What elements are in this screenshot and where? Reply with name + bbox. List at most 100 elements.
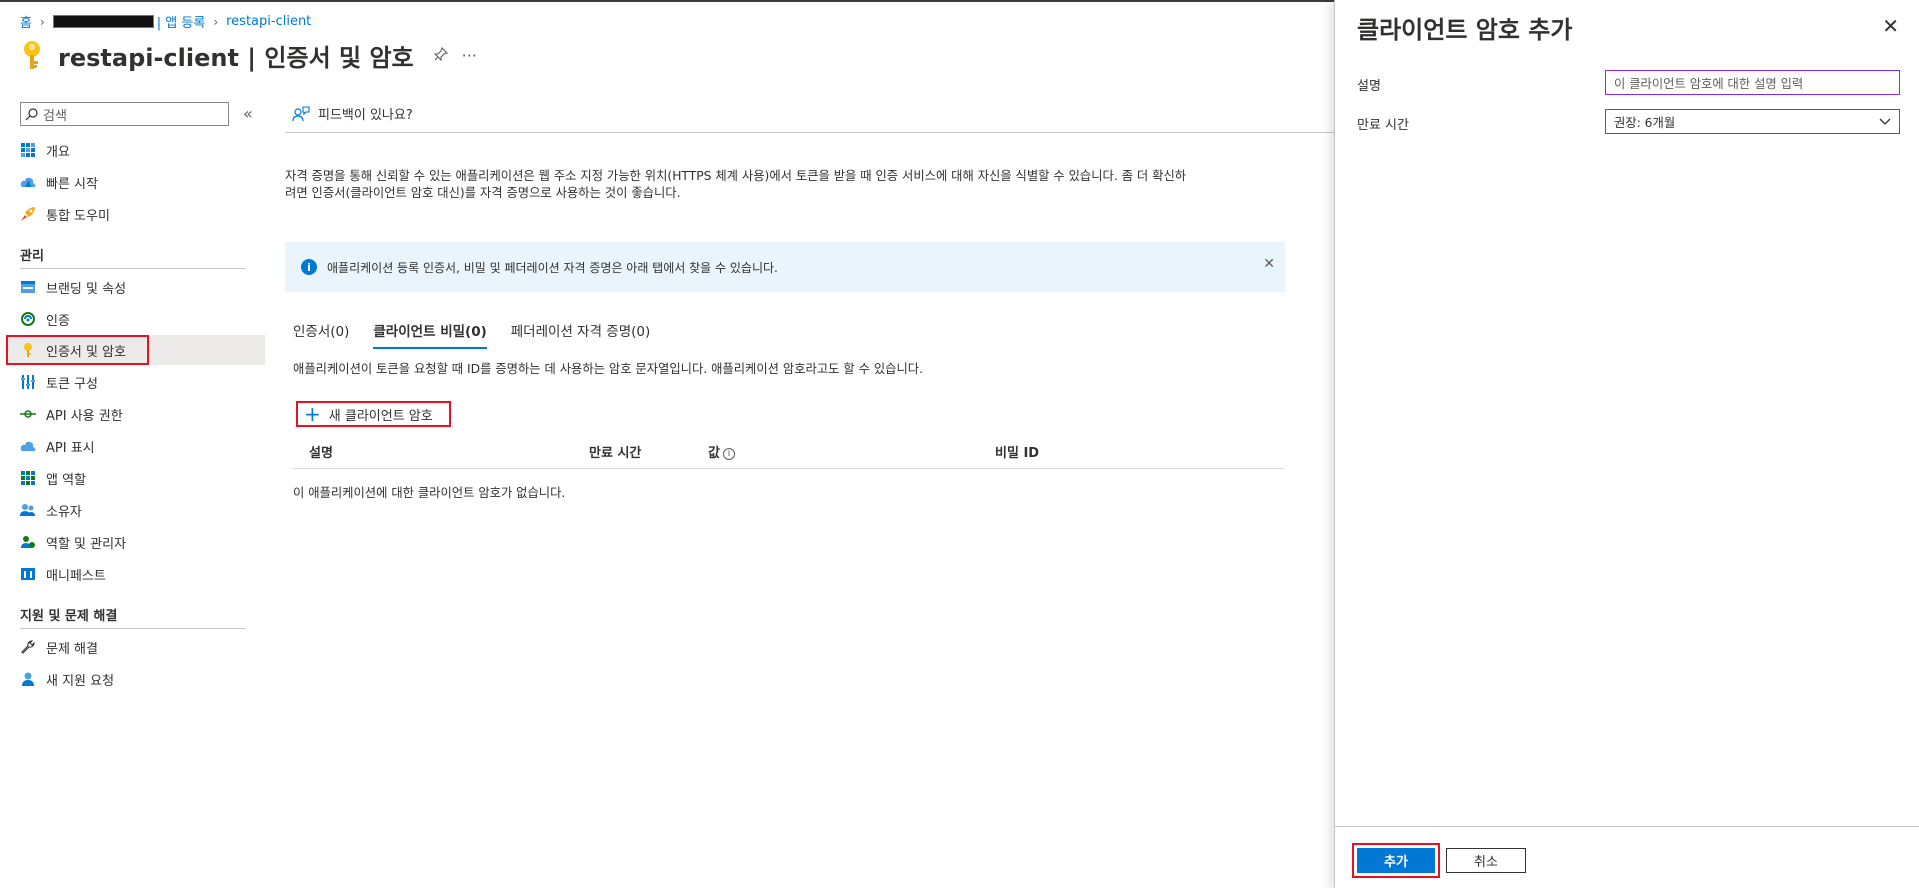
close-icon[interactable]: ✕ [1263,256,1275,272]
breadcrumb-home-link[interactable]: 홈 [20,12,32,31]
sidebar-item-label: 앱 역할 [46,472,87,488]
page-title: restapi-client | 인증서 및 암호 [58,44,414,72]
new-client-secret-button[interactable]: + 새 클라이언트 암호 [296,401,451,427]
credential-tabs: 인증서(0) 클라이언트 비밀(0) 페더레이션 자격 증명(0) [293,320,674,349]
column-header-value-label: 값 [708,446,720,461]
sidebar-item-label: 역할 및 관리자 [46,536,127,552]
close-icon[interactable]: ✕ [1882,14,1899,38]
feedback-link[interactable]: 피드백이 있나요? [292,104,413,123]
wrench-icon [20,639,36,655]
sidebar-item-app-roles[interactable]: 앱 역할 [6,463,265,493]
sidebar-item-authentication[interactable]: 인증 [6,304,265,334]
sidebar-item-certificates-secrets[interactable]: 인증서 및 암호 [6,335,149,365]
sidebar-item-quickstart[interactable]: 빠른 시작 [6,167,265,197]
manifest-icon [20,566,36,582]
description-field-label: 설명 [1357,79,1381,94]
expires-field-label: 만료 시간 [1357,118,1409,133]
sidebar-item-label: 매니페스트 [46,568,106,584]
more-options-icon[interactable]: ··· [462,46,477,65]
panel-title: 클라이언트 암호 추가 [1357,16,1573,44]
new-client-secret-label: 새 클라이언트 암호 [328,408,433,424]
info-banner: i 애플리케이션 등록 인증서, 비밀 및 페더레이션 자격 증명은 아래 탭에… [285,242,1285,292]
sidebar-item-owners[interactable]: 소유자 [6,495,265,525]
description-line: 려면 인증서(클라이언트 암호 대신)를 자격 증명으로 사용하는 것이 좋습니… [285,186,681,200]
key-icon [24,40,40,69]
sidebar-item-branding[interactable]: 브랜딩 및 속성 [6,272,265,302]
sidebar-item-label: 통합 도우미 [46,208,110,224]
sidebar-item-integration-assistant[interactable]: 통합 도우미 [6,199,265,229]
breadcrumb-separator-icon: › [213,14,219,29]
description-line: 자격 증명을 통해 신뢰할 수 있는 애플리케이션은 웹 주소 지정 가능한 위… [285,169,1187,183]
info-banner-text: 애플리케이션 등록 인증서, 비밀 및 페더레이션 자격 증명은 아래 탭에서 … [327,260,778,275]
sidebar-item-label: 인증서 및 암호 [46,344,127,360]
expires-select[interactable]: 권장: 6개월 [1605,109,1900,134]
collapse-sidebar-icon[interactable]: « [243,104,253,123]
sidebar-item-troubleshooting[interactable]: 문제 해결 [6,632,265,662]
owners-icon [20,502,36,518]
feedback-label: 피드백이 있나요? [318,108,413,123]
sidebar-divider [20,628,245,629]
tab-federated-credentials[interactable]: 페더레이션 자격 증명(0) [511,320,651,349]
key-icon [20,342,36,358]
api-permissions-icon [20,406,36,422]
sidebar-item-label: 개요 [46,144,70,160]
expose-api-icon [20,438,36,454]
breadcrumb-app-registrations-link[interactable]: | 앱 등록 [157,12,206,31]
description-field[interactable]: 이 클라이언트 암호에 대한 설명 입력 [1605,70,1900,95]
column-header-value[interactable]: 값i [708,442,735,461]
sidebar-item-label: 인증 [46,313,70,329]
column-header-description[interactable]: 설명 [309,442,333,461]
search-icon [25,107,38,120]
sidebar-item-label: 새 지원 요청 [46,673,115,689]
panel-footer-divider [1335,826,1919,827]
support-person-icon [20,671,36,687]
breadcrumb-app-link[interactable]: restapi-client [226,14,311,29]
authentication-icon [20,311,36,327]
overview-grid-icon [20,142,36,158]
sidebar-item-token-configuration[interactable]: 토큰 구성 [6,367,265,397]
feedback-person-icon [292,105,310,121]
sidebar-item-manifest[interactable]: 매니페스트 [6,559,265,589]
description-field-placeholder: 이 클라이언트 암호에 대한 설명 입력 [1614,76,1804,91]
pin-icon[interactable] [433,46,448,65]
sidebar-search-input[interactable]: 검색 [20,102,229,126]
table-divider [293,468,1285,469]
redacted-tenant-name [52,15,154,28]
roles-admins-icon [20,534,36,550]
column-header-expires[interactable]: 만료 시간 [589,442,641,461]
sidebar-item-label: 문제 해결 [46,641,98,657]
app-roles-icon [20,470,36,486]
main-divider [285,132,1335,133]
sidebar-section-manage: 관리 [20,249,44,264]
tab-certificates[interactable]: 인증서(0) [293,320,349,349]
branding-icon [20,279,36,295]
token-config-icon [20,374,36,390]
sidebar-item-label: API 사용 권한 [46,408,123,424]
tab-description: 애플리케이션이 토큰을 요청할 때 ID를 증명하는 데 사용하는 암호 문자열… [293,362,923,376]
sidebar-item-label: API 표시 [46,440,95,456]
add-client-secret-panel: 클라이언트 암호 추가 ✕ 설명 이 클라이언트 암호에 대한 설명 입력 만료… [1334,0,1919,888]
cancel-button[interactable]: 취소 [1446,848,1526,873]
tab-client-secrets[interactable]: 클라이언트 비밀(0) [373,320,487,349]
plus-icon: + [304,402,321,426]
add-button[interactable]: 추가 [1357,848,1435,873]
info-icon[interactable]: i [722,447,735,460]
sidebar-item-label: 토큰 구성 [46,376,98,392]
sidebar-item-active-background [149,335,265,365]
empty-table-message: 이 애플리케이션에 대한 클라이언트 암호가 없습니다. [293,486,566,500]
sidebar-item-new-support-request[interactable]: 새 지원 요청 [6,664,265,694]
rocket-icon [20,206,36,222]
sidebar-item-roles-administrators[interactable]: 역할 및 관리자 [6,527,265,557]
sidebar-item-expose-api[interactable]: API 표시 [6,431,265,461]
sidebar-item-label: 빠른 시작 [46,176,98,192]
sidebar-divider [20,268,245,269]
sidebar-section-support: 지원 및 문제 해결 [20,609,118,624]
sidebar-item-api-permissions[interactable]: API 사용 권한 [6,399,265,429]
chevron-down-icon [1879,118,1891,125]
credentials-description: 자격 증명을 통해 신뢰할 수 있는 애플리케이션은 웹 주소 지정 가능한 위… [285,168,1285,202]
info-icon: i [301,259,317,275]
sidebar-item-overview[interactable]: 개요 [6,135,265,165]
search-placeholder: 검색 [43,108,67,124]
column-header-secret-id[interactable]: 비밀 ID [995,442,1039,461]
breadcrumb: 홈 › | 앱 등록 › restapi-client [20,12,311,31]
